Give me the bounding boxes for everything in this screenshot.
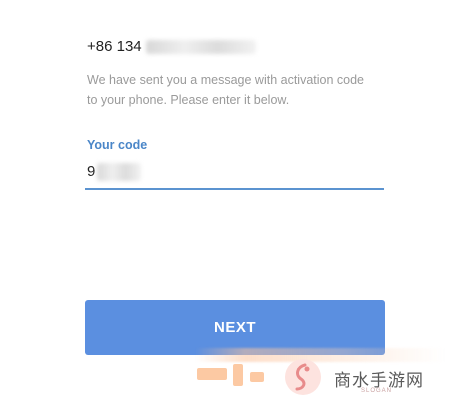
code-input-value[interactable]: 9 <box>85 163 95 180</box>
watermark-logo-icon <box>283 357 323 397</box>
next-button[interactable]: NEXT <box>85 300 385 355</box>
activation-message: We have sent you a message with activati… <box>87 73 365 107</box>
watermark-slogan: SLOGAN <box>361 388 393 394</box>
code-input-field[interactable]: 9 <box>85 155 384 190</box>
watermark-decoration <box>195 362 275 388</box>
code-field-label: Your code <box>87 138 148 152</box>
redacted-code-digits <box>97 162 142 181</box>
redacted-phone-digits <box>145 39 256 54</box>
phone-number: +86 134 <box>87 38 256 55</box>
phone-number-text: +86 134 <box>87 38 142 55</box>
